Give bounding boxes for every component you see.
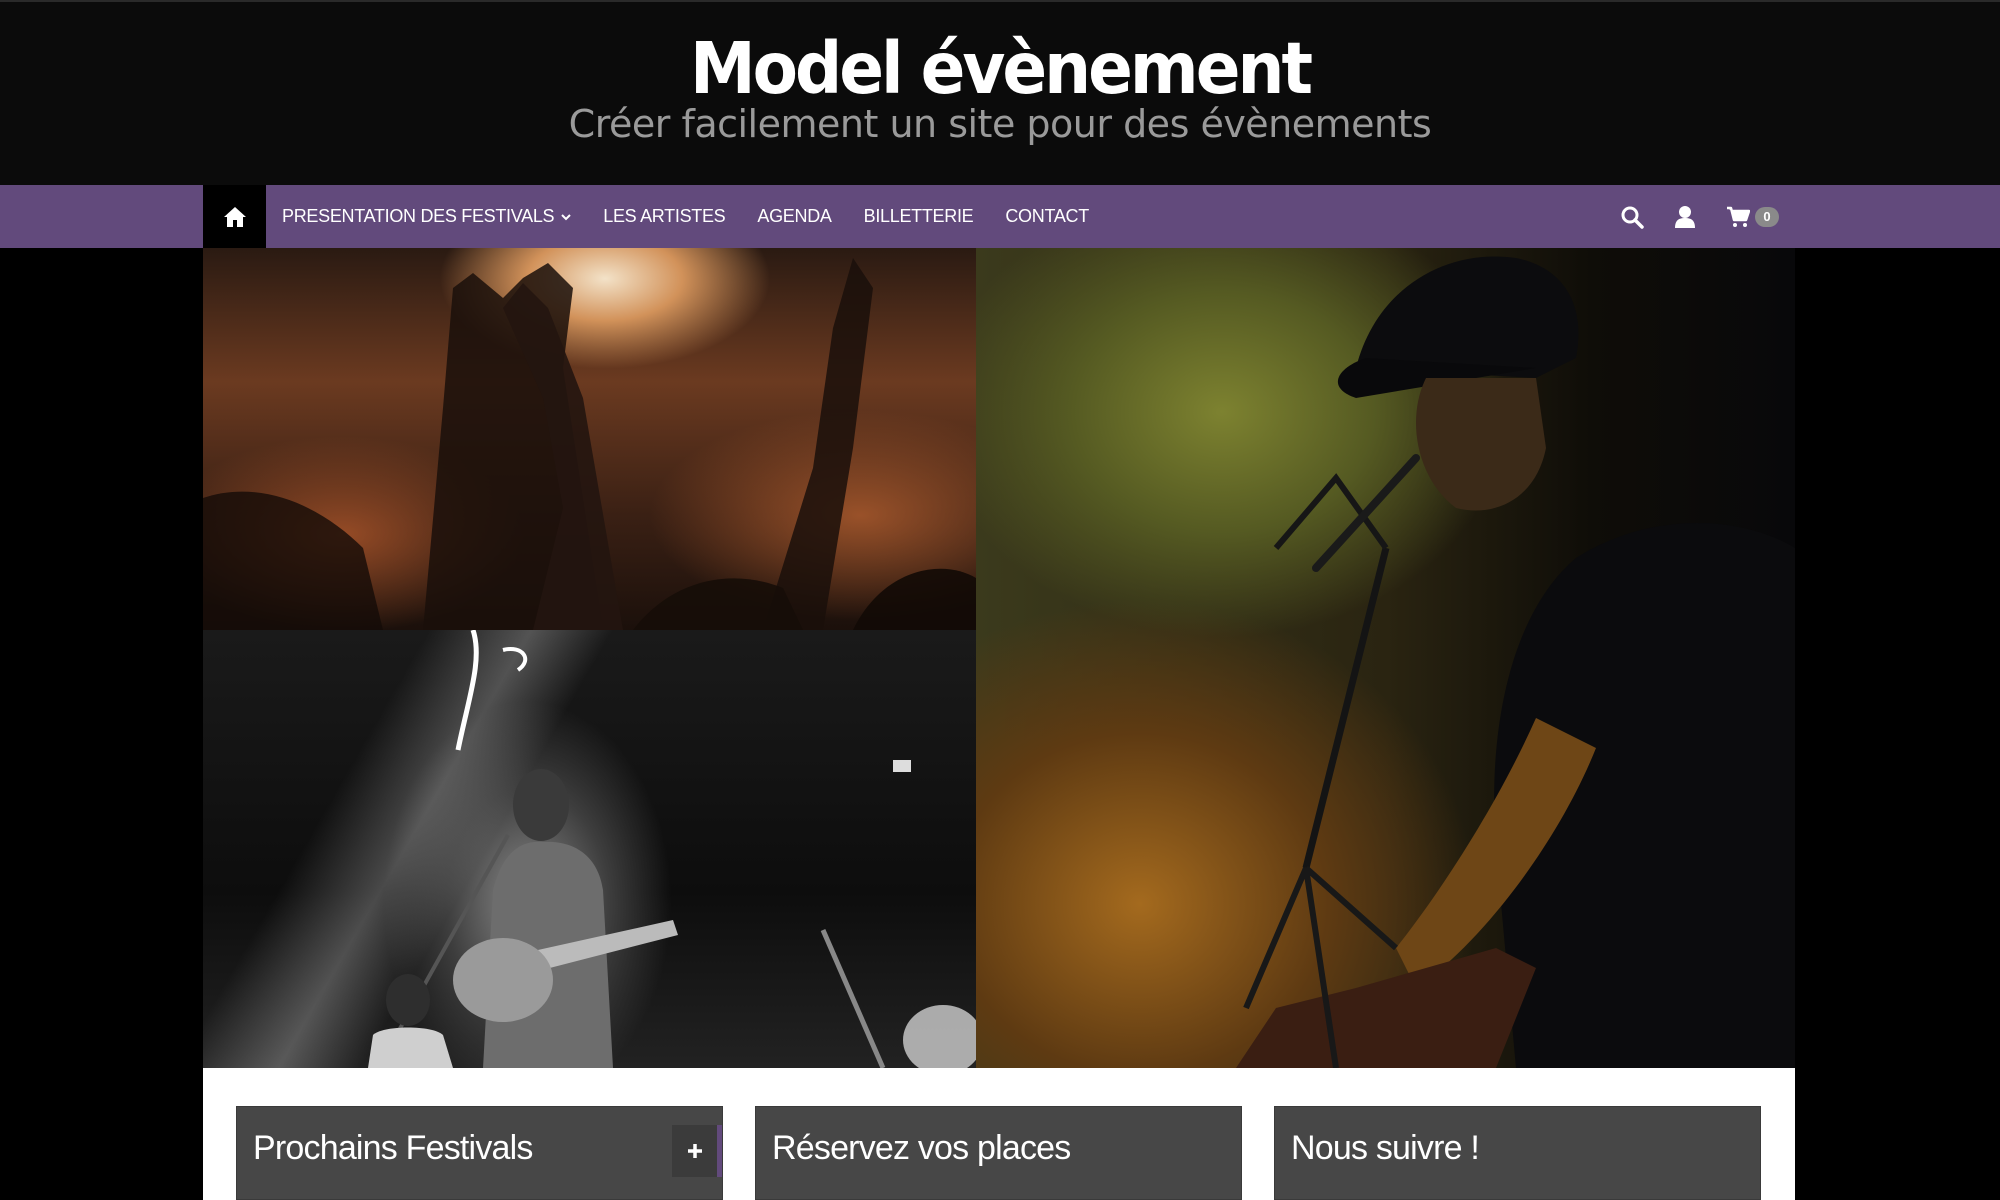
widgets-section: Prochains Festivals Réservez vos places … xyxy=(203,1068,1795,1200)
nav-item-label: CONTACT xyxy=(1005,206,1089,226)
nav-menu: PRESENTATION DES FESTIVALS LES ARTISTES … xyxy=(282,185,1121,248)
site-header: Model évènement Créer facilement un site… xyxy=(0,0,2000,185)
hero-gallery xyxy=(203,248,1795,1068)
cart-icon xyxy=(1727,206,1750,227)
cart-button[interactable]: 0 xyxy=(1726,206,1779,228)
nav-item-billetterie[interactable]: BILLETTERIE xyxy=(864,206,974,227)
widget-title: Prochains Festivals xyxy=(253,1129,533,1167)
singer-keyboard-photo xyxy=(976,248,1795,1068)
nav-item-label: PRESENTATION DES FESTIVALS xyxy=(282,206,555,226)
home-button[interactable] xyxy=(203,185,266,248)
nav-item-presentation-festivals[interactable]: PRESENTATION DES FESTIVALS xyxy=(282,206,571,227)
nav-item-agenda[interactable]: AGENDA xyxy=(757,206,832,227)
guitarist-bw-photo xyxy=(203,630,976,1068)
widget-title: Nous suivre ! xyxy=(1291,1129,1480,1167)
nav-item-label: AGENDA xyxy=(757,206,832,226)
nav-item-label: LES ARTISTES xyxy=(603,206,726,226)
site-tagline: Créer facilement un site pour des évènem… xyxy=(568,102,1432,146)
nav-inner: PRESENTATION DES FESTIVALS LES ARTISTES … xyxy=(203,185,1795,248)
user-icon xyxy=(1675,205,1695,228)
cart-count-badge: 0 xyxy=(1755,206,1779,227)
widget-title: Réservez vos places xyxy=(772,1129,1071,1167)
site-title[interactable]: Model évènement xyxy=(0,27,2000,110)
nav-item-contact[interactable]: CONTACT xyxy=(1005,206,1089,227)
account-button[interactable] xyxy=(1674,205,1696,229)
widget-reservez-vos-places: Réservez vos places xyxy=(755,1106,1242,1200)
widget-nous-suivre: Nous suivre ! xyxy=(1274,1106,1761,1200)
nav-item-les-artistes[interactable]: LES ARTISTES xyxy=(603,206,725,227)
plus-icon xyxy=(687,1144,702,1158)
search-button[interactable] xyxy=(1620,205,1644,229)
widget-prochains-festivals: Prochains Festivals xyxy=(236,1106,723,1200)
nav-item-label: BILLETTERIE xyxy=(863,206,974,226)
search-icon xyxy=(1621,206,1644,229)
nav-tools: 0 xyxy=(1620,185,1779,248)
chevron-down-icon xyxy=(561,213,571,221)
concert-crowd-photo xyxy=(203,248,976,630)
home-icon xyxy=(223,206,246,227)
main-navigation: PRESENTATION DES FESTIVALS LES ARTISTES … xyxy=(0,185,2000,248)
expand-button[interactable] xyxy=(672,1125,722,1177)
